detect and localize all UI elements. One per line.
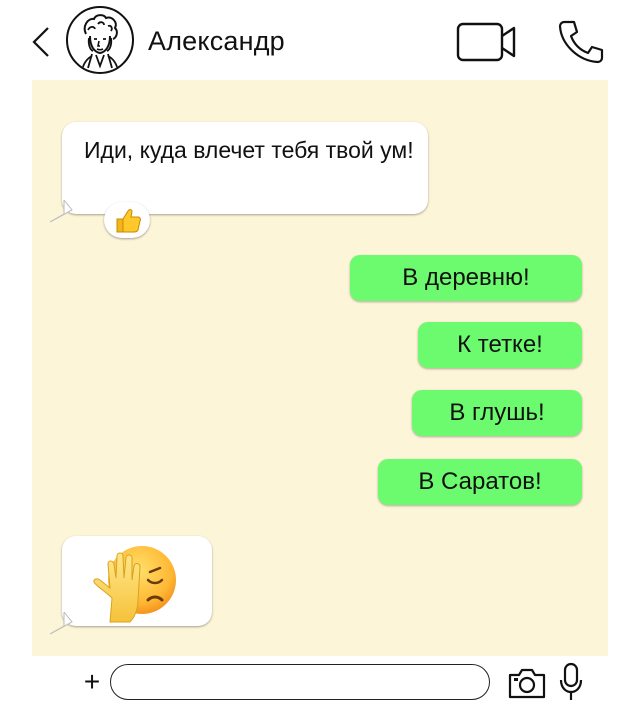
camera-icon [508,668,546,699]
avatar[interactable] [66,6,134,74]
microphone-icon [559,662,583,700]
chevron-left-icon [32,27,49,57]
contact-name[interactable]: Александр [148,26,285,57]
voice-call-button[interactable] [556,18,604,64]
incoming-message[interactable]: Иди, куда влечет тебя твой ум! [50,122,428,223]
bubble-tail [50,612,73,635]
video-call-button[interactable] [456,20,520,64]
message-input-bar: + [0,656,640,712]
outgoing-message[interactable]: В глушь! [412,390,582,436]
chat-header: Александр [0,0,640,80]
bubble-tail [50,200,73,223]
plus-icon: + [83,666,101,697]
thumbs-up-emoji-icon [116,209,141,233]
microphone-button[interactable] [558,662,584,702]
avatar-portrait-icon [81,14,119,71]
back-button[interactable] [28,26,56,58]
video-camera-icon [456,22,516,62]
incoming-emoji-message[interactable] [50,536,212,635]
message-reaction[interactable] [104,202,150,238]
message-input[interactable] [110,664,490,700]
chat-area[interactable]: Иди, куда влечет тебя твой ум! В деревню… [32,80,608,656]
outgoing-message[interactable]: К тетке! [418,322,582,368]
attach-button[interactable]: + [78,666,106,698]
phone-icon [558,20,604,64]
camera-button[interactable] [507,666,547,700]
face-palm-emoji-icon [93,546,176,623]
outgoing-message[interactable]: В Саратов! [378,459,582,505]
message-text: Иди, куда влечет тебя твой ум! [84,137,414,163]
outgoing-message[interactable]: В деревню! [350,255,582,301]
